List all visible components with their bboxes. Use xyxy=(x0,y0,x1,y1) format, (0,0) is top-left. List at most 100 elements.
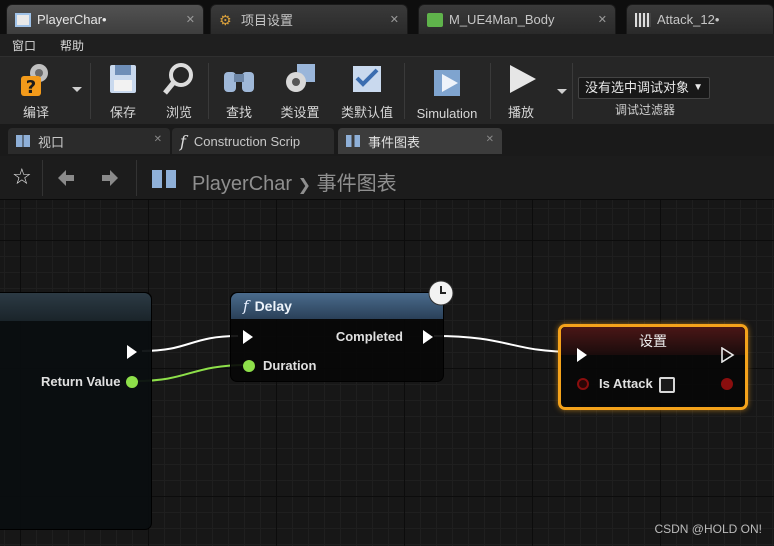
simulation-label: Simulation xyxy=(416,106,478,121)
class-defaults-button[interactable]: 类默认值 xyxy=(334,57,400,125)
star-icon[interactable]: ☆ xyxy=(12,164,32,190)
tab-label: 视口 xyxy=(38,134,65,150)
menu-bar: 窗口 帮助 xyxy=(0,34,774,56)
magnifier-icon xyxy=(163,63,193,95)
back-arrow-icon[interactable] xyxy=(56,168,76,188)
function-icon: f xyxy=(180,131,186,151)
close-icon[interactable]: ✕ xyxy=(154,134,162,145)
node-header: f Delay xyxy=(231,293,443,319)
save-button[interactable]: 保存 xyxy=(96,57,150,125)
tab-construction-script[interactable]: f Construction Scrip xyxy=(172,128,334,154)
tab-label: PlayerChar• xyxy=(37,12,107,27)
class-defaults-label: 类默认值 xyxy=(340,105,393,120)
chevron-down-icon[interactable] xyxy=(72,87,82,92)
duration-input-pin[interactable] xyxy=(243,360,255,372)
toolbar-separator xyxy=(572,63,573,119)
tab-label: 项目设置 xyxy=(241,13,294,28)
duration-label: Duration xyxy=(263,358,317,373)
tab-label: Attack_12• xyxy=(657,12,720,27)
toolbar-separator xyxy=(90,63,91,119)
is-attack-checkbox[interactable] xyxy=(659,377,675,393)
find-label: 查找 xyxy=(225,105,252,120)
exec-input-pin[interactable] xyxy=(243,330,253,344)
panel-tab-strip: 视口 ✕ f Construction Scrip 事件图表 ✕ xyxy=(0,124,774,156)
completed-label: Completed xyxy=(335,329,403,344)
menu-help[interactable]: 帮助 xyxy=(48,37,96,54)
tab-event-graph[interactable]: 事件图表 ✕ xyxy=(338,128,502,154)
chevron-down-icon[interactable] xyxy=(557,89,567,94)
play-button[interactable]: 播放 xyxy=(494,57,548,125)
compile-button[interactable]: ? 编译 xyxy=(8,57,64,125)
compile-label: 编译 xyxy=(22,105,49,120)
play-label: 播放 xyxy=(507,105,534,120)
forward-arrow-icon[interactable] xyxy=(100,168,120,188)
compile-warning-icon: ? xyxy=(21,64,48,98)
delay-title: Delay xyxy=(254,298,292,314)
breadcrumb-blueprint[interactable]: PlayerChar xyxy=(192,173,292,195)
tab-project-settings[interactable]: ⚙ 项目设置 ✕ xyxy=(210,4,408,34)
material-icon xyxy=(427,12,443,27)
debug-object-value: 没有选中调试对象 xyxy=(585,80,690,95)
toolbar: ? 编译 保存 浏览 查找 类设置 类默认值 Simulation 播放 没有选… xyxy=(0,56,774,124)
breadcrumb: PlayerChar ❯ 事件图表 xyxy=(192,167,397,196)
node-header xyxy=(0,293,151,321)
gear-icon: ⚙ xyxy=(219,11,232,28)
save-icon xyxy=(110,65,136,93)
node-header: 设置 xyxy=(561,327,745,355)
chevron-down-icon: ▼ xyxy=(693,82,703,93)
animation-icon xyxy=(635,12,651,27)
tab-viewport[interactable]: 视口 ✕ xyxy=(8,128,170,154)
menu-window[interactable]: 窗口 xyxy=(0,37,48,54)
browse-button[interactable]: 浏览 xyxy=(152,57,206,125)
browse-label: 浏览 xyxy=(165,105,192,120)
is-attack-label: Is Attack xyxy=(599,376,653,391)
simulation-icon xyxy=(434,70,460,96)
toolbar-separator xyxy=(490,63,491,119)
graph-icon xyxy=(152,170,176,188)
tab-material[interactable]: M_UE4Man_Body ✕ xyxy=(418,4,616,34)
exec-input-pin[interactable] xyxy=(577,348,587,362)
divider xyxy=(136,160,137,196)
debug-filter-caption: 调试过滤器 xyxy=(614,103,675,117)
exec-output-pin[interactable] xyxy=(127,345,137,359)
divider xyxy=(42,160,43,196)
blueprint-icon xyxy=(15,12,31,27)
class-settings-button[interactable]: 类设置 xyxy=(270,57,330,125)
class-settings-label: 类设置 xyxy=(280,105,320,120)
function-icon: f xyxy=(243,297,249,315)
event-graph-canvas[interactable]: Return Value f Delay Completed Duration … xyxy=(0,200,774,546)
return-value-label: Return Value xyxy=(41,374,121,389)
watermark: CSDN @HOLD ON! xyxy=(654,522,762,536)
play-icon xyxy=(510,65,536,93)
close-icon[interactable]: ✕ xyxy=(186,13,195,26)
float-output-pin[interactable] xyxy=(126,376,138,388)
bool-output-pin[interactable] xyxy=(721,378,733,390)
checklist-icon xyxy=(353,66,381,92)
close-icon[interactable]: ✕ xyxy=(486,134,494,145)
exec-wire xyxy=(433,335,577,353)
set-variable-node[interactable]: 设置 Is Attack xyxy=(558,324,748,410)
exec-wire xyxy=(141,335,239,352)
tab-label: 事件图表 xyxy=(368,134,421,150)
tab-attack-anim[interactable]: Attack_12• xyxy=(626,4,774,34)
close-icon[interactable]: ✕ xyxy=(598,13,607,26)
tab-label: Construction Scrip xyxy=(193,133,301,149)
function-node-left[interactable]: Return Value xyxy=(0,292,152,530)
clock-icon xyxy=(428,280,454,306)
bool-input-pin[interactable] xyxy=(577,378,589,390)
simulation-button[interactable]: Simulation xyxy=(408,57,486,125)
completed-exec-pin[interactable] xyxy=(423,330,433,344)
debug-object-select[interactable]: 没有选中调试对象 ▼ xyxy=(578,77,710,99)
binoculars-icon xyxy=(224,72,254,92)
toolbar-separator xyxy=(208,63,209,119)
close-icon[interactable]: ✕ xyxy=(390,13,399,26)
tab-playerchar[interactable]: PlayerChar• ✕ xyxy=(6,4,204,34)
save-label: 保存 xyxy=(109,105,136,120)
find-button[interactable]: 查找 xyxy=(212,57,266,125)
svg-text:?: ? xyxy=(26,77,36,98)
exec-output-pin[interactable] xyxy=(721,347,735,363)
delay-node[interactable]: f Delay Completed Duration xyxy=(230,292,444,382)
viewport-icon xyxy=(16,135,30,147)
breadcrumb-separator: ❯ xyxy=(297,177,312,194)
graph-icon xyxy=(346,135,360,147)
